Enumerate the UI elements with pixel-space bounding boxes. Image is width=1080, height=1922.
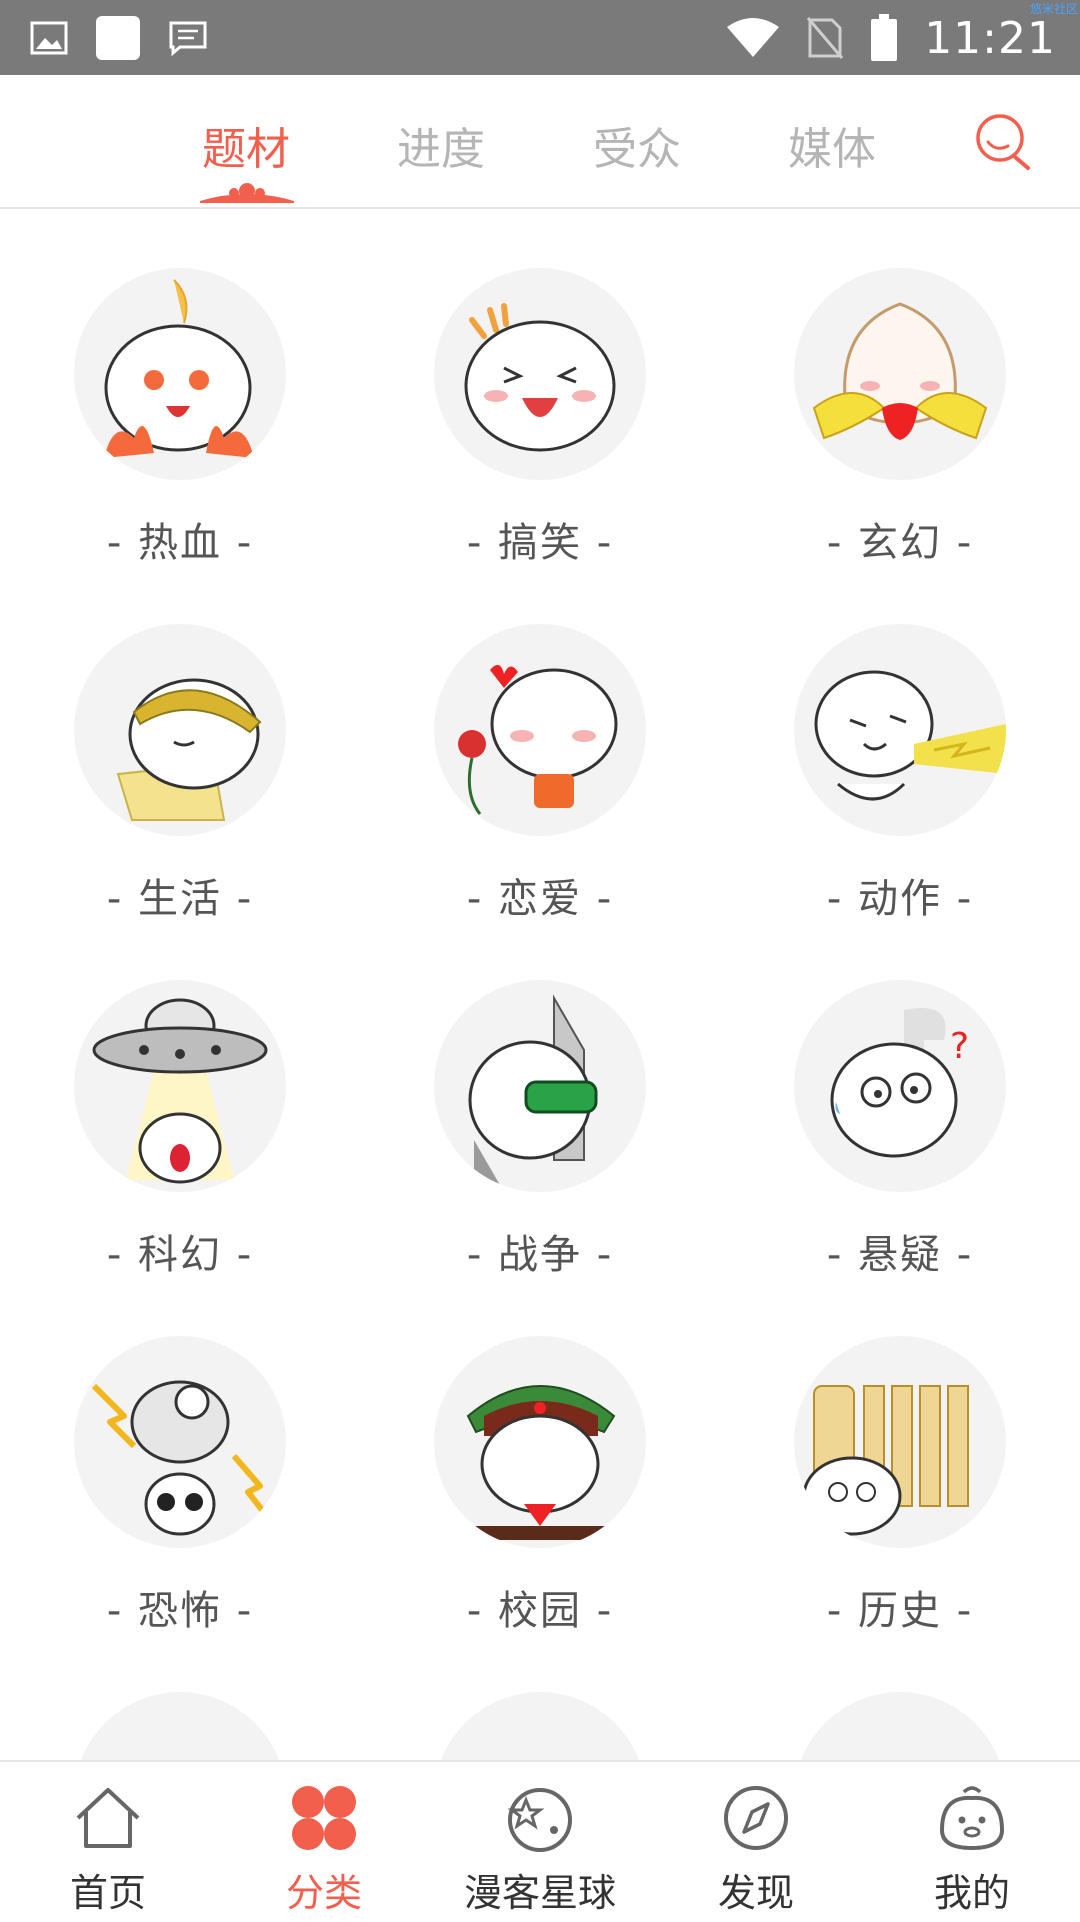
comedy-avatar (434, 268, 646, 480)
category-hot-blood[interactable]: - 热血 - (0, 210, 360, 566)
category-mystery[interactable]: ? - 悬疑 - (720, 922, 1080, 1278)
history-avatar (794, 1336, 1006, 1548)
category-label: - 生活 - (106, 876, 254, 922)
nav-category[interactable]: 分类 (216, 1762, 432, 1922)
partial-avatar (434, 1692, 646, 1760)
category-partial[interactable] (360, 1634, 720, 1760)
category-label: - 恐怖 - (106, 1588, 254, 1634)
category-campus[interactable]: - 校园 - (360, 1278, 720, 1634)
search-icon[interactable] (974, 112, 1034, 172)
horror-avatar (74, 1336, 286, 1548)
action-avatar (794, 624, 1006, 836)
partial-avatar (74, 1692, 286, 1760)
category-icon (292, 1786, 356, 1850)
top-tab-bar: 题材 进度 受众 媒体 (0, 75, 1080, 209)
tab-audience[interactable]: 受众 (593, 113, 681, 177)
category-partial[interactable] (720, 1634, 1080, 1760)
category-life[interactable]: - 生活 - (0, 566, 360, 922)
wifi-icon (727, 18, 780, 57)
category-label: - 恋爱 - (466, 876, 614, 922)
category-partial[interactable] (0, 1634, 360, 1760)
category-label: - 玄幻 - (826, 520, 974, 566)
nav-home[interactable]: 首页 (0, 1762, 216, 1922)
no-sim-icon (807, 17, 844, 59)
clock: 11:21 (924, 12, 1056, 64)
nav-planet-label: 漫客星球 (463, 1871, 616, 1915)
nav-home-label: 首页 (69, 1871, 146, 1915)
category-war[interactable]: - 战争 - (360, 922, 720, 1278)
category-label: - 热血 - (106, 520, 254, 566)
message-icon (169, 21, 207, 56)
home-icon (76, 1788, 140, 1848)
category-romance[interactable]: - 恋爱 - (360, 566, 720, 922)
mystery-avatar: ? (794, 980, 1006, 1192)
category-grid: - 热血 - - 搞笑 - - 玄幻 - - 生活 - - 恋爱 - - 动作 … (0, 210, 1080, 1760)
image-icon (30, 21, 68, 55)
compass-icon (724, 1786, 788, 1850)
category-label: - 战争 - (466, 1232, 614, 1278)
category-label: - 搞笑 - (466, 520, 614, 566)
tab-progress[interactable]: 进度 (397, 113, 485, 177)
category-horror[interactable]: - 恐怖 - (0, 1278, 360, 1634)
nav-profile[interactable]: 我的 (864, 1762, 1080, 1922)
category-comedy[interactable]: - 搞笑 - (360, 210, 720, 566)
category-label: - 悬疑 - (826, 1232, 974, 1278)
nav-category-label: 分类 (285, 1871, 362, 1915)
category-label: - 科幻 - (106, 1232, 254, 1278)
category-scifi[interactable]: - 科幻 - (0, 922, 360, 1278)
tab-active-indicator (200, 183, 294, 203)
status-bar: 11:21 悠米社区 (0, 0, 1080, 75)
war-avatar (434, 980, 646, 1192)
bottom-nav: 首页 分类 漫客星球 发现 我的 (0, 1760, 1080, 1922)
nav-discover-label: 发现 (717, 1871, 794, 1915)
tab-subject[interactable]: 题材 (202, 113, 290, 177)
svg-text:?: ? (950, 1026, 969, 1067)
nav-discover[interactable]: 发现 (648, 1762, 864, 1922)
planet-icon (507, 1788, 572, 1852)
category-label: - 历史 - (826, 1588, 974, 1634)
corner-watermark: 悠米社区 (1029, 2, 1078, 16)
scifi-avatar (74, 980, 286, 1192)
nav-profile-label: 我的 (933, 1871, 1010, 1915)
tab-media[interactable]: 媒体 (788, 113, 876, 177)
category-fantasy[interactable]: - 玄幻 - (720, 210, 1080, 566)
partial-avatar (794, 1692, 1006, 1760)
category-history[interactable]: - 历史 - (720, 1278, 1080, 1634)
square-icon (96, 16, 140, 60)
category-label: - 动作 - (826, 876, 974, 922)
life-avatar (74, 624, 286, 836)
profile-icon (939, 1786, 1005, 1851)
battery-icon (871, 14, 898, 61)
nav-planet[interactable]: 漫客星球 (432, 1762, 648, 1922)
category-label: - 校园 - (466, 1588, 614, 1634)
hot-blood-avatar (74, 268, 286, 480)
fantasy-avatar (794, 268, 1006, 480)
category-action[interactable]: - 动作 - (720, 566, 1080, 922)
campus-avatar (434, 1336, 646, 1548)
romance-avatar (434, 624, 646, 836)
